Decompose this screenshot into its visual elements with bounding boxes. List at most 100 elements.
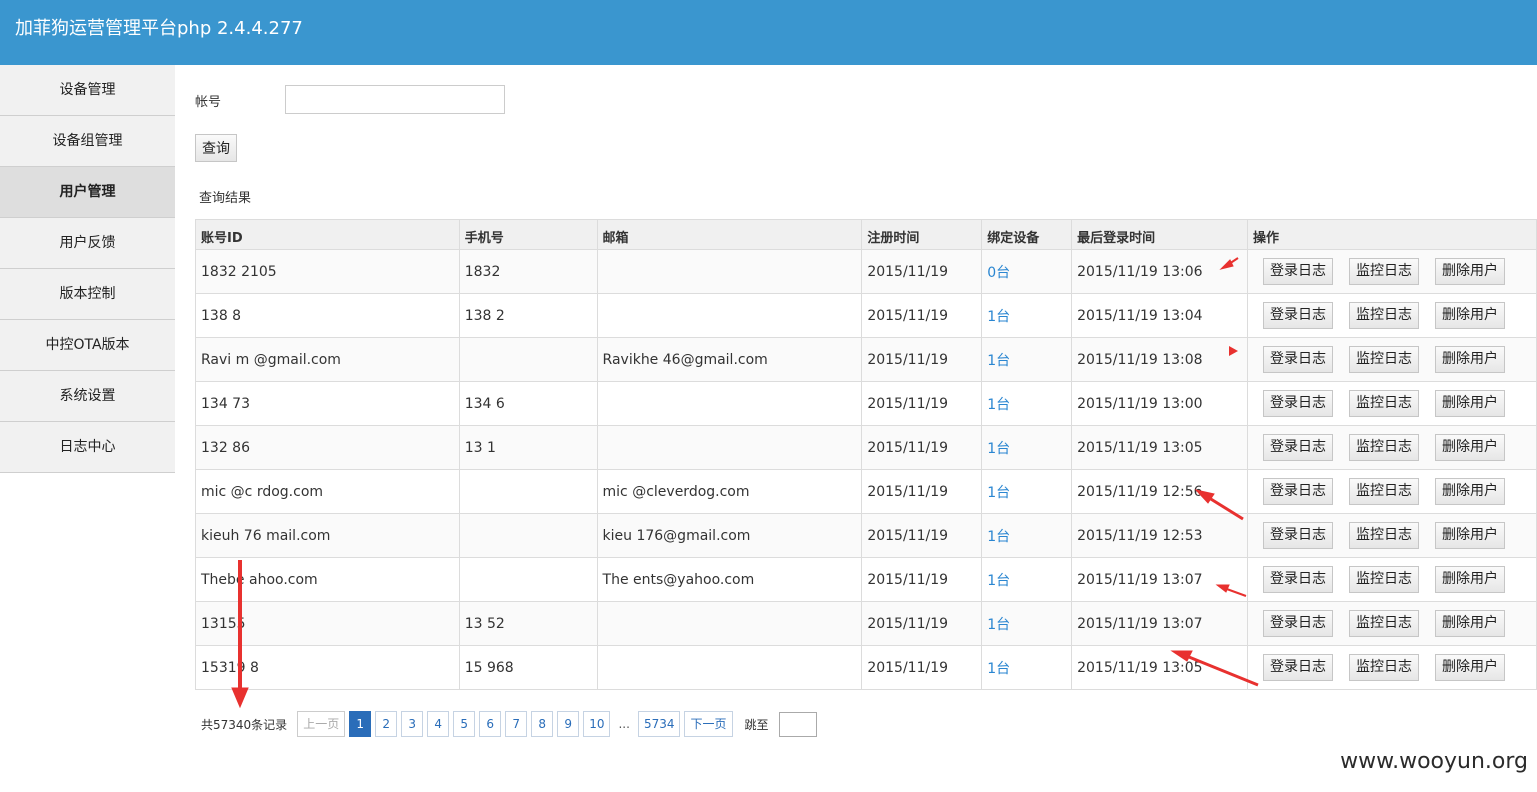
cell-account-id: 138 8 (195, 293, 460, 338)
cell-email: mic @cleverdog.com (596, 469, 863, 514)
sidebar-item-user-management[interactable]: 用户管理 (0, 167, 175, 218)
column-header-registered[interactable]: 注册时间 (861, 219, 983, 250)
monitor-log-button[interactable]: 监控日志 (1348, 258, 1419, 285)
cell-actions: 登录日志 监控日志 删除用户 (1246, 645, 1537, 690)
cell-account-id: mic @c rdog.com (195, 469, 460, 514)
login-log-button[interactable]: 登录日志 (1262, 346, 1333, 373)
delete-user-button[interactable]: 删除用户 (1434, 566, 1505, 593)
cell-bound-devices[interactable]: 1台 (981, 645, 1073, 690)
cell-registered: 2015/11/19 (861, 557, 983, 602)
login-log-button[interactable]: 登录日志 (1262, 390, 1333, 417)
cell-bound-devices[interactable]: 1台 (981, 337, 1073, 382)
monitor-log-button[interactable]: 监控日志 (1348, 390, 1419, 417)
sidebar-item-device-management[interactable]: 设备管理 (0, 65, 175, 116)
page-button-8[interactable]: 8 (531, 711, 554, 737)
monitor-log-button[interactable]: 监控日志 (1348, 434, 1419, 461)
cell-phone (458, 469, 598, 514)
column-header-last-login[interactable]: 最后登录时间 (1071, 219, 1248, 250)
page-button-4[interactable]: 4 (427, 711, 450, 737)
delete-user-button[interactable]: 删除用户 (1434, 522, 1505, 549)
table-row: 15319 8 15 968 2015/11/19 1台 2015/11/19 13:0… (195, 645, 1537, 690)
column-header-phone[interactable]: 手机号 (458, 219, 598, 250)
page-button-9[interactable]: 9 (557, 711, 580, 737)
delete-user-button[interactable]: 删除用户 (1434, 258, 1505, 285)
sidebar-item-ota-version[interactable]: 中控OTA版本 (0, 320, 175, 371)
cell-phone: 134 6 (458, 381, 598, 426)
cell-email: kieu 176@gmail.com (596, 513, 863, 558)
login-log-button[interactable]: 登录日志 (1262, 654, 1333, 681)
sidebar-item-device-group-management[interactable]: 设备组管理 (0, 116, 175, 167)
cell-registered: 2015/11/19 (861, 293, 983, 338)
page-button-5[interactable]: 5 (453, 711, 476, 737)
column-header-email[interactable]: 邮箱 (596, 219, 863, 250)
cell-phone: 15 968 (458, 645, 598, 690)
delete-user-button[interactable]: 删除用户 (1434, 654, 1505, 681)
cell-account-id: 1832 2105 (195, 249, 460, 294)
monitor-log-button[interactable]: 监控日志 (1348, 654, 1419, 681)
cell-bound-devices[interactable]: 1台 (981, 381, 1073, 426)
table-row: 138 8 138 2 2015/11/19 1台 2015/11/19 13:04 登录… (195, 293, 1537, 338)
sidebar-item-version-control[interactable]: 版本控制 (0, 269, 175, 320)
results-title: 查询结果 (199, 191, 252, 206)
login-log-button[interactable]: 登录日志 (1262, 610, 1333, 637)
delete-user-button[interactable]: 删除用户 (1434, 478, 1505, 505)
cell-last-login: 2015/11/19 13:08 (1071, 337, 1248, 382)
delete-user-button[interactable]: 删除用户 (1434, 434, 1505, 461)
query-button[interactable]: 查询 (195, 134, 237, 162)
cell-last-login: 2015/11/19 13:04 (1071, 293, 1248, 338)
monitor-log-button[interactable]: 监控日志 (1348, 522, 1419, 549)
delete-user-button[interactable]: 删除用户 (1434, 390, 1505, 417)
cell-bound-devices[interactable]: 1台 (981, 601, 1073, 646)
login-log-button[interactable]: 登录日志 (1262, 258, 1333, 285)
cell-bound-devices[interactable]: 1台 (981, 513, 1073, 558)
cell-actions: 登录日志 监控日志 删除用户 (1246, 293, 1537, 338)
cell-bound-devices[interactable]: 0台 (981, 249, 1073, 294)
monitor-log-button[interactable]: 监控日志 (1348, 610, 1419, 637)
cell-bound-devices[interactable]: 1台 (981, 293, 1073, 338)
monitor-log-button[interactable]: 监控日志 (1348, 302, 1419, 329)
pagination: 共57340条记录 上一页 1 2 3 4 5 6 7 8 9 10 ... 5734 下一页 跳… (201, 711, 817, 737)
page-button-3[interactable]: 3 (401, 711, 424, 737)
page-button-6[interactable]: 6 (479, 711, 502, 737)
page-button-1[interactable]: 1 (349, 711, 372, 737)
page-button-10[interactable]: 10 (583, 711, 611, 737)
cell-email (596, 293, 863, 338)
cell-registered: 2015/11/19 (861, 601, 983, 646)
page-button-2[interactable]: 2 (375, 711, 398, 737)
monitor-log-button[interactable]: 监控日志 (1348, 346, 1419, 373)
delete-user-button[interactable]: 删除用户 (1434, 610, 1505, 637)
delete-user-button[interactable]: 删除用户 (1434, 346, 1505, 373)
delete-user-button[interactable]: 删除用户 (1434, 302, 1505, 329)
account-input[interactable] (285, 85, 505, 114)
monitor-log-button[interactable]: 监控日志 (1348, 566, 1419, 593)
cell-last-login: 2015/11/19 12:56 (1071, 469, 1248, 514)
cell-email: The ents@yahoo.com (596, 557, 863, 602)
login-log-button[interactable]: 登录日志 (1262, 434, 1333, 461)
cell-last-login: 2015/11/19 13:00 (1071, 381, 1248, 426)
login-log-button[interactable]: 登录日志 (1262, 522, 1333, 549)
cell-bound-devices[interactable]: 1台 (981, 469, 1073, 514)
cell-actions: 登录日志 监控日志 删除用户 (1246, 513, 1537, 558)
last-page-button[interactable]: 5734 (637, 711, 681, 737)
cell-bound-devices[interactable]: 1台 (981, 557, 1073, 602)
column-header-actions: 操作 (1246, 219, 1537, 250)
table-row: Ravi m @gmail.com Ravikhe 46@gmail.com 201… (195, 337, 1537, 382)
prev-page-button[interactable]: 上一页 (297, 711, 346, 737)
page-button-7[interactable]: 7 (505, 711, 528, 737)
sidebar-item-system-settings[interactable]: 系统设置 (0, 371, 175, 422)
column-header-bound-devices[interactable]: 绑定设备 (981, 219, 1073, 250)
jump-to-page-input[interactable] (778, 711, 817, 737)
sidebar-item-user-feedback[interactable]: 用户反馈 (0, 218, 175, 269)
login-log-button[interactable]: 登录日志 (1262, 302, 1333, 329)
sidebar-item-log-center[interactable]: 日志中心 (0, 422, 175, 473)
cell-bound-devices[interactable]: 1台 (981, 425, 1073, 470)
cell-registered: 2015/11/19 (861, 425, 983, 470)
cell-phone: 13 1 (458, 425, 598, 470)
cell-last-login: 2015/11/19 13:07 (1071, 601, 1248, 646)
login-log-button[interactable]: 登录日志 (1262, 566, 1333, 593)
monitor-log-button[interactable]: 监控日志 (1348, 478, 1419, 505)
login-log-button[interactable]: 登录日志 (1262, 478, 1333, 505)
cell-email (596, 645, 863, 690)
column-header-account-id[interactable]: 账号ID (195, 219, 460, 250)
next-page-button[interactable]: 下一页 (684, 711, 733, 737)
